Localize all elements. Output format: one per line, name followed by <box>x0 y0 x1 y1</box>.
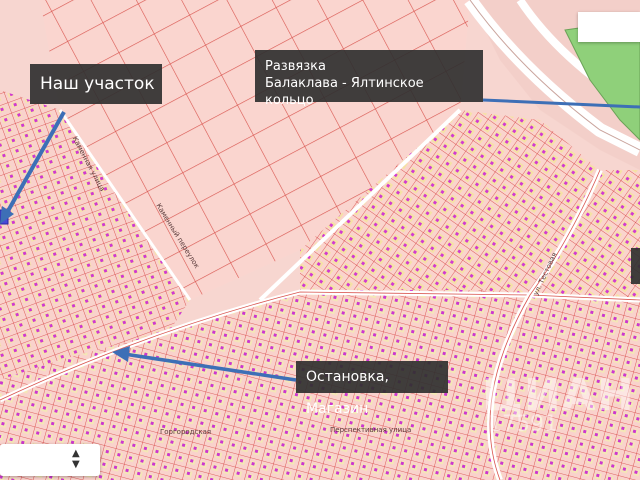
street-label-perspektivnaya: Перспективная улица <box>330 426 412 434</box>
callout-junction-title: Развязка <box>265 59 326 74</box>
callout-junction-subtitle: Балаклава - Ялтинское кольцо <box>265 76 424 108</box>
up-down-arrows-icon[interactable]: ▲ ▼ <box>72 448 80 470</box>
callout-stop-shop: Остановка, Магазин <box>296 361 448 417</box>
callout-edge-partial <box>631 248 640 284</box>
top-right-control[interactable] <box>578 12 640 42</box>
callout-junction: Развязка Балаклава - Ялтинское кольцо <box>255 50 483 108</box>
watermark-number: 17591 <box>488 412 558 437</box>
zoom-control[interactable]: ▲ ▼ <box>0 444 100 476</box>
street-label-gorodovaya: Горгородская <box>160 428 212 436</box>
callout-our-plot: Наш участок <box>30 64 162 104</box>
